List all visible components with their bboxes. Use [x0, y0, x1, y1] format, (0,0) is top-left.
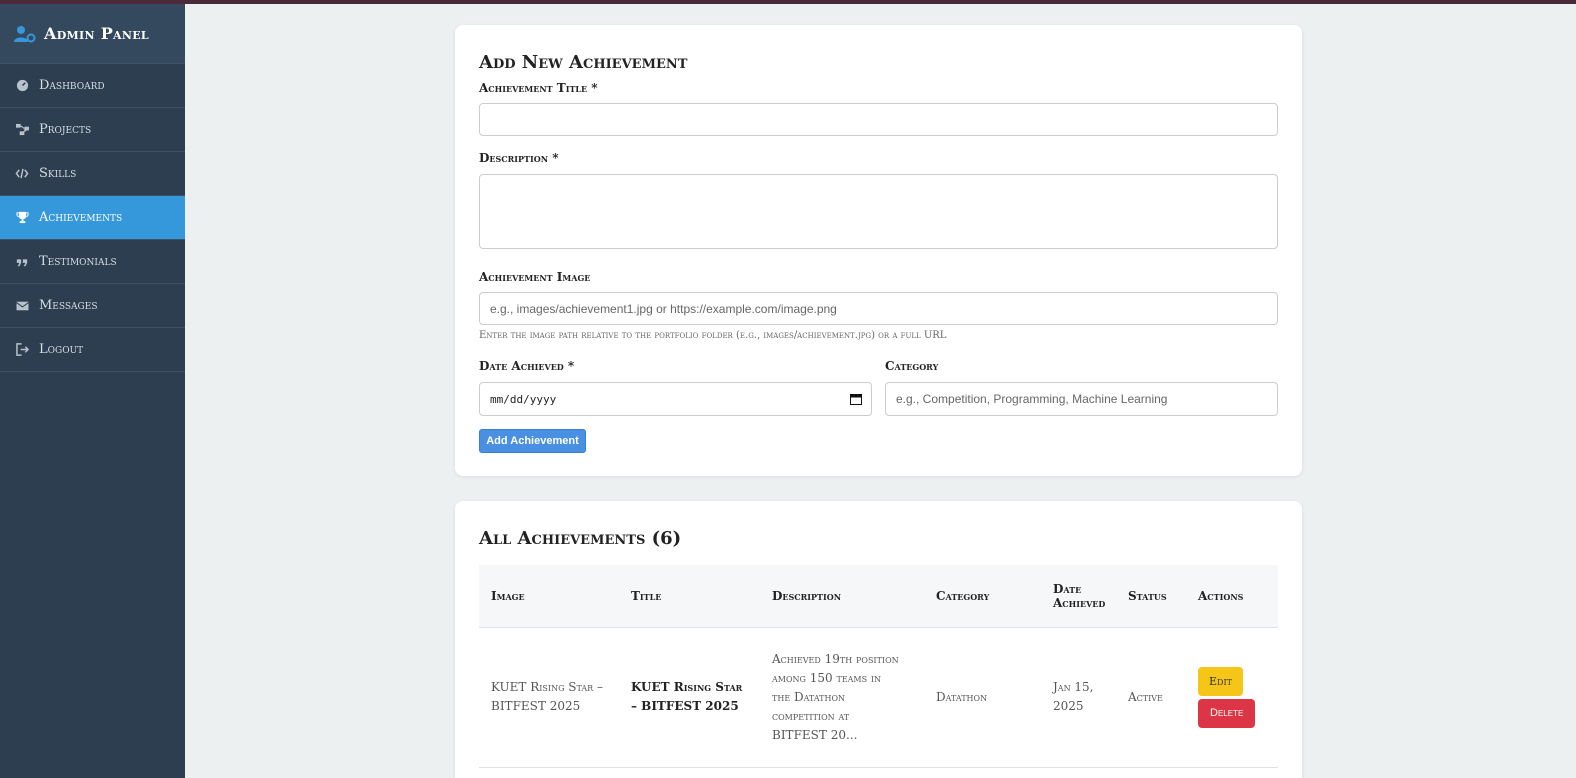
table-row: KUET Rising Star – BITFEST 2025 KUET Ris…: [479, 627, 1278, 768]
sidebar-item-label: Logout: [39, 342, 84, 357]
column-header: Image: [479, 565, 619, 628]
image-hint: Enter the image path relative to the por…: [479, 330, 947, 341]
sidebar-item-testimonials[interactable]: Testimonials: [0, 240, 185, 284]
row-actions: Edit Delete: [1194, 627, 1278, 768]
add-achievement-card: Add New Achievement Achievement Title * …: [455, 25, 1302, 476]
sidebar-item-label: Dashboard: [39, 78, 105, 93]
sidebar: Admin Panel Dashboard Projects Skills Ac…: [0, 4, 185, 778]
code-icon: [15, 167, 29, 181]
sidebar-item-label: Projects: [39, 122, 92, 137]
category-label: Category: [885, 359, 939, 373]
envelope-icon: [15, 299, 29, 313]
column-header: Category: [924, 565, 1041, 628]
list-heading: All Achievements (6): [479, 528, 682, 549]
achievement-title: KUET Rising Star – BITFEST 2025: [619, 627, 760, 768]
column-header: Description: [760, 565, 924, 628]
achievement-title-input[interactable]: [479, 103, 1278, 136]
achievement-description: Achieved 19th position among 150 teams i…: [760, 627, 924, 768]
description-label: Description *: [479, 151, 559, 165]
image-path-input[interactable]: e.g., images/achievement1.jpg or https:/…: [479, 292, 1278, 325]
sidebar-item-dashboard[interactable]: Dashboard: [0, 64, 185, 108]
calendar-icon[interactable]: [850, 393, 862, 405]
image-label: Achievement Image: [479, 270, 591, 284]
sidebar-item-skills[interactable]: Skills: [0, 152, 185, 196]
achievement-date: Jan 15, 2025: [1041, 627, 1128, 768]
sidebar-item-label: Achievements: [39, 210, 123, 225]
sidebar-brand: Admin Panel: [0, 4, 185, 64]
quote-icon: [15, 255, 29, 269]
achievements-list-card: All Achievements (6) Image Title Descrip…: [455, 501, 1302, 778]
table-header-row: Image Title Description Category Date Ac…: [479, 565, 1278, 628]
trophy-icon: [15, 211, 29, 225]
sidebar-item-label: Testimonials: [39, 254, 117, 269]
delete-button[interactable]: Delete: [1198, 698, 1256, 728]
sidebar-item-label: Skills: [39, 166, 77, 181]
column-header: Status: [1128, 565, 1194, 628]
title-label: Achievement Title *: [479, 81, 598, 95]
achievement-image: KUET Rising Star – BITFEST 2025: [479, 627, 619, 768]
sidebar-item-achievements[interactable]: Achievements: [0, 196, 185, 240]
main-content: Add New Achievement Achievement Title * …: [185, 4, 1576, 778]
projects-icon: [15, 123, 29, 137]
user-cog-icon: [14, 25, 36, 42]
logout-icon: [15, 343, 29, 357]
column-header: Actions: [1194, 565, 1278, 628]
date-placeholder: mm/dd/yyyy: [490, 392, 557, 406]
add-achievement-button[interactable]: Add Achievement: [479, 429, 586, 453]
sidebar-item-logout[interactable]: Logout: [0, 328, 185, 372]
sidebar-item-projects[interactable]: Projects: [0, 108, 185, 152]
sidebar-item-label: Messages: [39, 298, 98, 313]
edit-button[interactable]: Edit: [1198, 666, 1243, 696]
achievement-category: Datathon: [924, 627, 1041, 768]
achievements-table: Image Title Description Category Date Ac…: [479, 565, 1278, 768]
achievement-status: Active: [1128, 627, 1194, 768]
column-header: Date Achieved: [1041, 565, 1128, 628]
date-label: Date Achieved *: [479, 359, 575, 373]
date-achieved-input[interactable]: mm/dd/yyyy: [479, 382, 872, 416]
brand-title: Admin Panel: [44, 24, 149, 43]
description-textarea[interactable]: [479, 174, 1278, 249]
form-heading: Add New Achievement: [479, 52, 688, 73]
sidebar-item-messages[interactable]: Messages: [0, 284, 185, 328]
category-input[interactable]: e.g., Competition, Programming, Machine …: [885, 382, 1278, 416]
dashboard-icon: [15, 79, 29, 93]
column-header: Title: [619, 565, 760, 628]
